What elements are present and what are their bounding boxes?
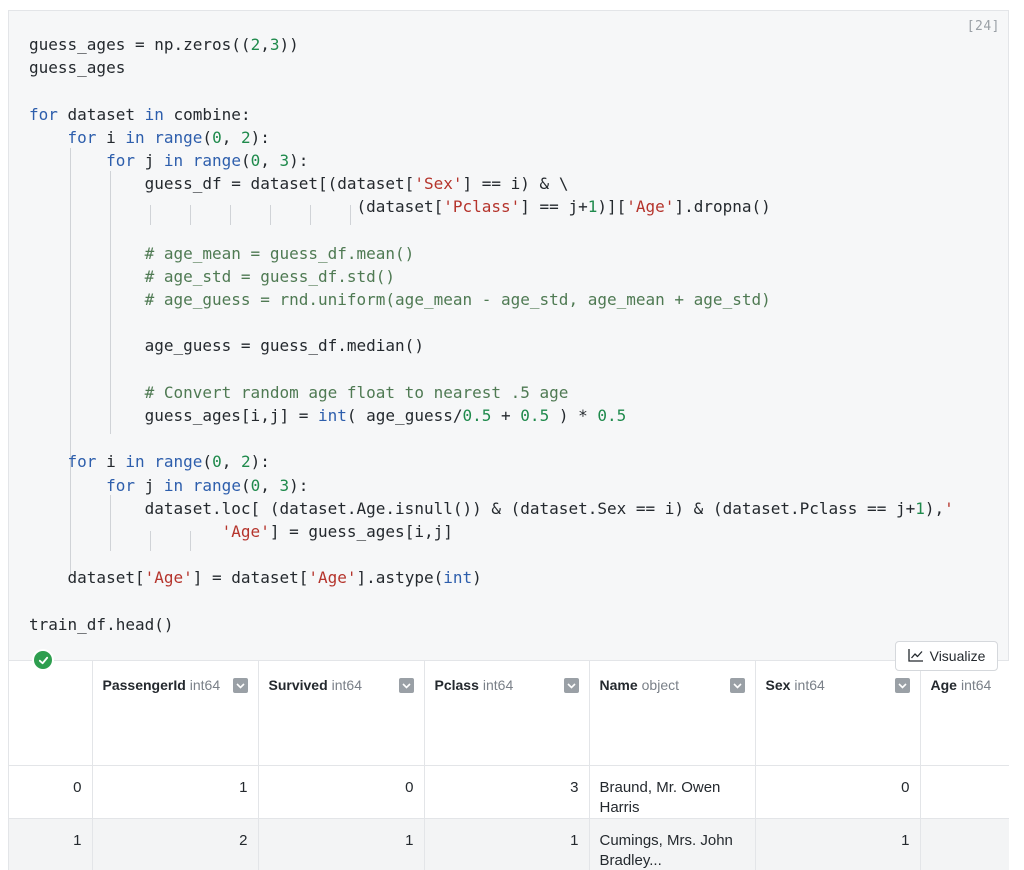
cell-name: Braund, Mr. Owen Harris (589, 765, 756, 819)
dataframe-table: PassengerId int64 Survived int64 Pclass int… (9, 661, 1009, 870)
table-row: 1 2 1 1 Cumings, Mrs. John Bradley... 1 (9, 818, 1009, 870)
code-line[interactable]: # age_std = guess_df.std() (29, 265, 954, 288)
cell-survived: 1 (258, 818, 425, 870)
visualize-label: Visualize (929, 648, 986, 664)
code-line[interactable] (29, 79, 954, 102)
code-line[interactable] (29, 358, 954, 381)
chevron-down-icon[interactable] (563, 678, 579, 693)
code-line[interactable]: guess_ages (29, 56, 954, 79)
code-line[interactable]: for i in range(0, 2): (29, 450, 954, 473)
code-line[interactable]: guess_df = dataset[(dataset['Sex'] == i)… (29, 172, 954, 195)
column-header[interactable]: Sex int64 (755, 661, 921, 766)
column-header[interactable]: Name object (589, 661, 756, 766)
visualize-button[interactable]: Visualize (895, 641, 998, 671)
code-line[interactable]: 'Age'] = guess_ages[i,j] (29, 520, 954, 543)
code-line[interactable] (29, 311, 954, 334)
code-line[interactable]: guess_ages[i,j] = int( age_guess/0.5 + 0… (29, 404, 954, 427)
code-line[interactable]: for i in range(0, 2): (29, 126, 954, 149)
code-line[interactable]: dataset.loc[ (dataset.Age.isnull()) & (d… (29, 497, 954, 520)
code-line[interactable]: for dataset in combine: (29, 103, 954, 126)
chevron-down-icon[interactable] (894, 678, 910, 693)
cell-pclass: 3 (424, 765, 590, 819)
index-header (9, 661, 93, 766)
cell-pclass: 1 (424, 818, 590, 870)
cell-passengerid: 2 (92, 818, 259, 870)
row-index: 1 (9, 818, 93, 870)
code-line[interactable]: # age_guess = rnd.uniform(age_mean - age… (29, 288, 954, 311)
code-line[interactable]: # age_mean = guess_df.mean() (29, 242, 954, 265)
column-header[interactable]: Survived int64 (258, 661, 425, 766)
code-line[interactable]: for j in range(0, 3): (29, 474, 954, 497)
code-line[interactable]: train_df.head() (29, 613, 954, 636)
cell-passengerid: 1 (92, 765, 259, 819)
code-line[interactable]: for j in range(0, 3): (29, 149, 954, 172)
cell-sex: 1 (755, 818, 921, 870)
chevron-down-icon[interactable] (729, 678, 745, 693)
code-line[interactable] (29, 590, 954, 613)
cell-sex: 0 (755, 765, 921, 819)
dataframe-output: PassengerId int64 Survived int64 Pclass int… (8, 660, 1009, 870)
cell-age (920, 765, 1009, 819)
table-row: 0 1 0 3 Braund, Mr. Owen Harris 0 (9, 765, 1009, 819)
code-line[interactable]: age_guess = guess_df.median() (29, 334, 954, 357)
cell-age (920, 818, 1009, 870)
code-line[interactable]: # Convert random age float to nearest .5… (29, 381, 954, 404)
success-check-icon (32, 649, 54, 671)
code-line[interactable] (29, 543, 954, 566)
code-editor[interactable]: guess_ages = np.zeros((2,3)) guess_ages f… (29, 33, 954, 636)
code-line[interactable] (29, 427, 954, 450)
column-header[interactable]: Pclass int64 (424, 661, 590, 766)
chart-line-icon (907, 648, 924, 665)
table-header-row: PassengerId int64 Survived int64 Pclass int… (9, 661, 1009, 766)
cell-survived: 0 (258, 765, 425, 819)
cell-name: Cumings, Mrs. John Bradley... (589, 818, 756, 870)
code-line[interactable]: dataset['Age'] = dataset['Age'].astype(i… (29, 566, 954, 589)
execution-count: [24] (966, 19, 1000, 34)
code-line[interactable]: guess_ages = np.zeros((2,3)) (29, 33, 954, 56)
code-cell[interactable]: [24] guess_ages = np.zeros((2,3)) guess_a… (8, 10, 1009, 660)
code-line[interactable] (29, 219, 954, 242)
column-header[interactable]: Age int64 (920, 661, 1009, 766)
chevron-down-icon[interactable] (398, 678, 414, 693)
code-line[interactable]: (dataset['Pclass'] == j+1)]['Age'].dropn… (29, 195, 954, 218)
column-header[interactable]: PassengerId int64 (92, 661, 259, 766)
chevron-down-icon[interactable] (232, 678, 248, 693)
row-index: 0 (9, 765, 93, 819)
